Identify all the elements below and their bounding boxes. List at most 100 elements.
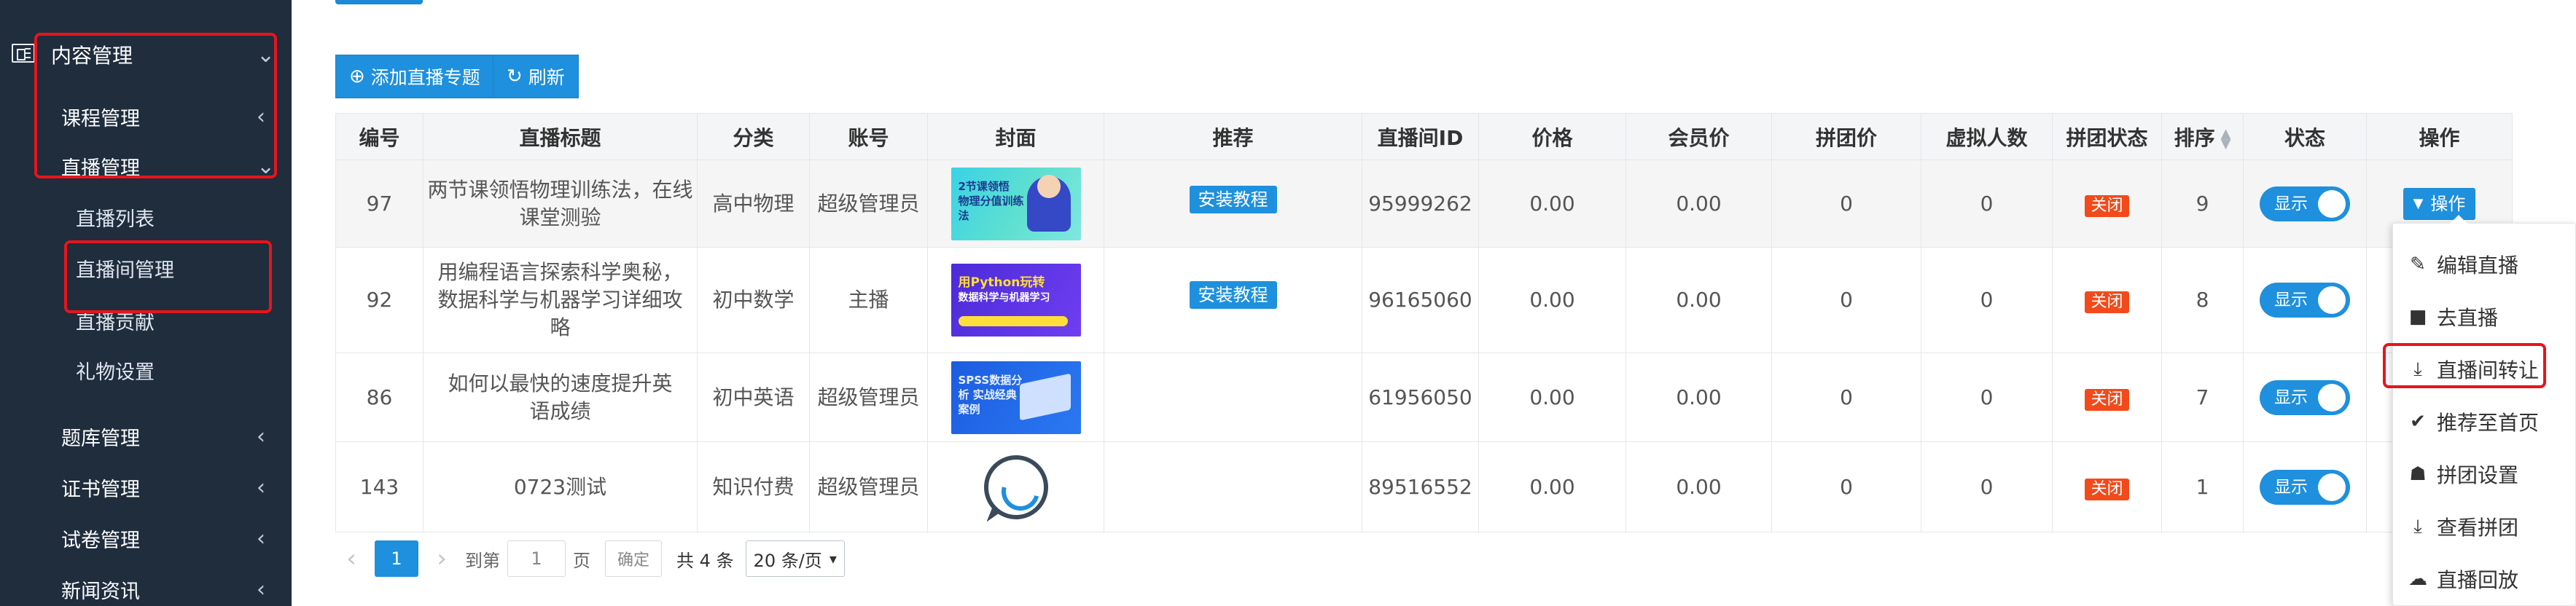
cell-group-price: 0 [1771, 353, 1921, 442]
cell-recommend [1104, 353, 1362, 442]
cover-image[interactable]: 用Python玩转 数据科学与机器学习 [951, 264, 1081, 337]
toggle-knob [2318, 473, 2346, 501]
sidebar-item-live-contribution[interactable]: 直播贡献 [0, 299, 292, 342]
sidebar-item-exam-paper[interactable]: 试卷管理 ‹ [0, 516, 292, 560]
cell-id: 92 [335, 247, 424, 353]
status-toggle[interactable]: 显示 [2260, 283, 2350, 318]
cell-group-status: 关闭 [2052, 441, 2162, 532]
sidebar-item-certificate[interactable]: 证书管理 ‹ [0, 465, 292, 509]
caret-down-icon: ▼ [2413, 196, 2424, 211]
table-row: 97 两节课领悟物理训练法，在线课堂测验 高中物理 超级管理员 2节课领悟 物理… [335, 160, 2513, 248]
cell-member-price: 0.00 [1625, 353, 1772, 442]
col-header-price: 价格 [1478, 113, 1626, 160]
col-header-room-id: 直播间ID [1362, 113, 1479, 160]
cloud-download-icon: ☁ [2408, 568, 2427, 590]
pagination: ‹ 1 › 到第 页 确定 共 4 条 20 条/页 ▾ [335, 531, 845, 586]
menu-item-go-live[interactable]: ■ 去直播 [2393, 295, 2576, 339]
cell-room-id: 96165060 [1362, 247, 1479, 353]
cell-category: 高中物理 [697, 160, 810, 248]
status-toggle-label: 显示 [2274, 194, 2308, 213]
menu-item-group-settings[interactable]: ☗ 拼团设置 [2393, 452, 2576, 496]
sidebar-item-question-bank[interactable]: 题库管理 ‹ [0, 414, 292, 458]
menu-item-view-group[interactable]: ⤓ 查看拼团 [2393, 505, 2576, 548]
goto-confirm-button[interactable]: 确定 [605, 540, 663, 577]
cell-recommend: 安装教程 [1104, 247, 1362, 353]
cell-member-price: 0.00 [1625, 441, 1772, 532]
main-content: ⊕ 添加直播专题 ↻ 刷新 编号 直播标题 分类 账号 封面 推荐 直播间ID … [292, 0, 2576, 606]
toggle-knob [2318, 383, 2346, 412]
cover-chip [958, 316, 1068, 326]
sidebar-item-label: 直播列表 [76, 208, 155, 231]
menu-item-edit-live[interactable]: ✎ 编辑直播 [2393, 243, 2576, 286]
cell-group-price: 0 [1771, 247, 1921, 353]
top-button-edge [335, 0, 423, 4]
sidebar-item-label: 直播间管理 [76, 259, 174, 282]
status-toggle[interactable]: 显示 [2260, 379, 2350, 415]
sidebar-item-course-management[interactable]: 课程管理 ‹ [0, 95, 292, 138]
sidebar-item-gift-settings[interactable]: 礼物设置 [0, 348, 292, 392]
plus-circle-icon: ⊕ [349, 66, 365, 87]
cell-price: 0.00 [1478, 441, 1626, 532]
cell-status: 显示 [2243, 247, 2367, 353]
live-room-table: 编号 直播标题 分类 账号 封面 推荐 直播间ID 价格 会员价 拼团价 虚拟人… [335, 113, 2513, 532]
sidebar-item-label: 题库管理 [61, 427, 140, 450]
sidebar-item-live-list[interactable]: 直播列表 [0, 195, 292, 239]
sidebar-item-label: 礼物设置 [76, 361, 155, 384]
cell-group-price: 0 [1771, 160, 1921, 248]
add-live-topic-button[interactable]: ⊕ 添加直播专题 [335, 55, 494, 98]
video-camera-icon: ■ [2408, 306, 2427, 328]
page-unit-label: 页 [573, 550, 590, 571]
prev-page-button[interactable]: ‹ [335, 544, 367, 573]
chat-bubble-icon[interactable] [983, 454, 1048, 519]
goto-page-input[interactable] [507, 540, 566, 577]
sidebar-item-live-room-management[interactable]: 直播间管理 [0, 246, 292, 290]
cell-recommend: 安装教程 [1104, 160, 1362, 248]
menu-item-label: 编辑直播 [2437, 253, 2519, 278]
next-page-button[interactable]: › [426, 544, 458, 573]
table-row: 86 如何以最快的速度提升英语成绩 初中英语 超级管理员 SPSS数据分析 实战… [335, 353, 2513, 442]
page-size-select[interactable]: 20 条/页 ▾ [745, 540, 845, 577]
actions-dropdown-menu: ✎ 编辑直播 ■ 去直播 ⤓ 直播间转让 ✔ 推荐至首页 ☗ 拼团设置 ⤓ 查看… [2383, 215, 2576, 606]
menu-item-room-transfer[interactable]: ⤓ 直播间转让 [2393, 347, 2576, 391]
chevron-left-icon: ‹ [257, 423, 265, 449]
col-header-actions: 操作 [2366, 113, 2513, 160]
status-toggle[interactable]: 显示 [2260, 469, 2350, 505]
col-header-member-price: 会员价 [1625, 113, 1772, 160]
cover-image[interactable]: SPSS数据分析 实战经典案例 [951, 361, 1081, 434]
group-icon: ☗ [2409, 463, 2427, 485]
sidebar-item-news[interactable]: 新闻资讯 ‹ [0, 567, 292, 606]
cell-sort: 7 [2161, 353, 2244, 442]
toggle-knob [2318, 189, 2346, 218]
sidebar-item-content-management[interactable]: 内容管理 ⌄ [0, 33, 292, 76]
col-header-title: 直播标题 [423, 113, 698, 160]
cell-room-id: 61956050 [1362, 353, 1479, 442]
add-live-topic-label: 添加直播专题 [370, 67, 480, 88]
cell-room-id: 95999262 [1362, 160, 1479, 248]
cell-title: 用编程语言探索科学奥秘，数据科学与机器学习详细攻略 [423, 247, 698, 353]
cover-text: 用Python玩转 数据科学与机器学习 [959, 275, 1050, 305]
total-count: 共 4 条 [676, 550, 734, 571]
cell-title: 两节课领悟物理训练法，在线课堂测验 [423, 160, 698, 248]
table-row: 143 0723测试 知识付费 超级管理员 89516552 0.00 0.00… [335, 441, 2513, 532]
col-header-group-price: 拼团价 [1771, 113, 1921, 160]
menu-item-live-replay[interactable]: ☁ 直播回放 [2393, 557, 2576, 601]
refresh-button[interactable]: ↻ 刷新 [493, 55, 579, 98]
sidebar-item-label: 课程管理 [61, 107, 140, 130]
toggle-knob [2318, 286, 2346, 314]
sidebar-item-live-management[interactable]: 直播管理 ⌄ [0, 144, 292, 188]
sidebar-item-label: 直播管理 [61, 157, 140, 180]
col-header-sort[interactable]: 排序 ▲ ▼ [2161, 113, 2244, 160]
recommend-tag[interactable]: 安装教程 [1189, 186, 1277, 213]
page-number-current[interactable]: 1 [375, 540, 418, 577]
cell-id: 97 [335, 160, 424, 248]
menu-item-recommend-home[interactable]: ✔ 推荐至首页 [2393, 400, 2576, 444]
chevron-down-icon: ⌄ [257, 42, 276, 68]
col-header-account: 账号 [809, 113, 928, 160]
recommend-tag[interactable]: 安装教程 [1189, 280, 1277, 309]
col-header-cover: 封面 [927, 113, 1104, 160]
status-toggle[interactable]: 显示 [2260, 186, 2350, 221]
cell-category: 初中数学 [697, 247, 810, 353]
refresh-icon: ↻ [507, 66, 523, 87]
cover-image[interactable]: 2节课领悟 物理分值训练法 [951, 167, 1081, 240]
page-size-value: 20 条/页 [753, 550, 822, 571]
